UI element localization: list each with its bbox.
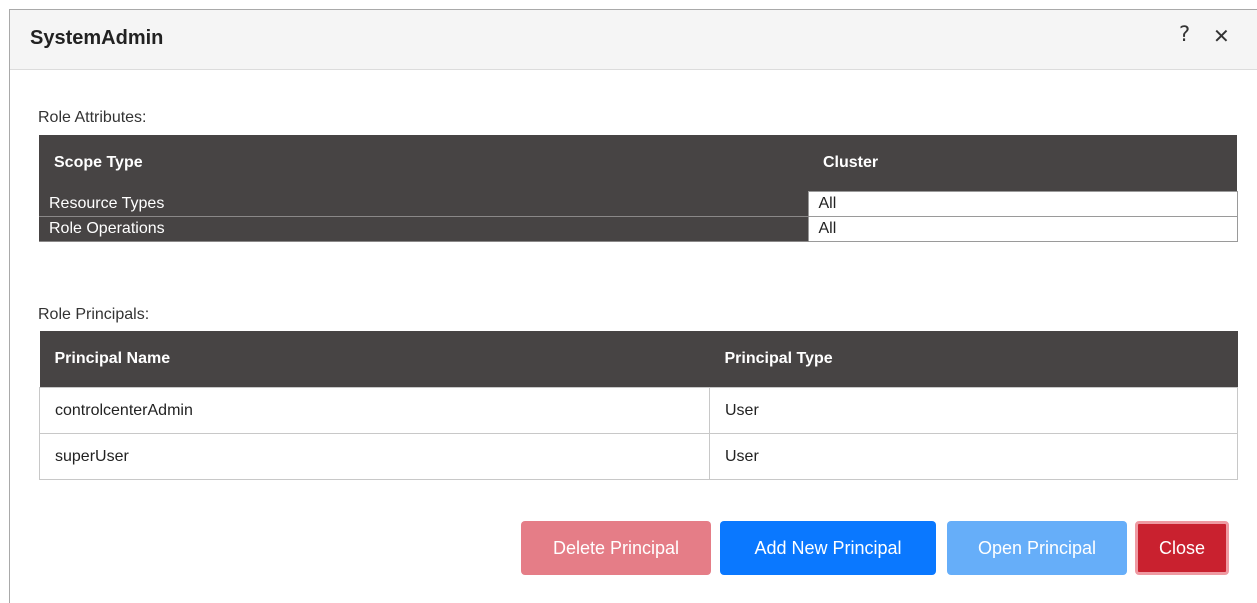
dialog-title: SystemAdmin	[30, 27, 164, 49]
attribute-key: Resource Types	[39, 191, 808, 217]
attribute-value: All	[807, 216, 1238, 242]
add-new-principal-button[interactable]: Add New Principal	[720, 521, 936, 575]
help-icon[interactable]: ?	[1179, 22, 1190, 46]
role-principals-label: Role Principals:	[38, 306, 150, 323]
principal-name-cell[interactable]: controlcenterAdmin	[39, 387, 710, 434]
open-principal-button[interactable]: Open Principal	[947, 521, 1127, 575]
close-button[interactable]: Close	[1135, 521, 1229, 575]
table-row: Resource Types All	[39, 191, 1238, 217]
table-row[interactable]: superUser User	[39, 433, 1238, 480]
delete-principal-button[interactable]: Delete Principal	[521, 521, 711, 575]
role-principals-header-row: Principal Name Principal Type	[39, 331, 1238, 388]
role-attributes-header-row: Scope Type Cluster	[39, 135, 1237, 192]
scope-type-header: Scope Type	[39, 135, 808, 192]
table-row[interactable]: controlcenterAdmin User	[39, 387, 1238, 434]
principal-name-header[interactable]: Principal Name	[39, 331, 710, 388]
dialog-header: SystemAdmin ? ✕	[10, 10, 1257, 70]
scope-value-header: Cluster	[808, 135, 1237, 192]
attribute-key: Role Operations	[39, 216, 808, 242]
role-dialog: SystemAdmin ? ✕ Role Attributes: Scope T…	[9, 9, 1257, 603]
role-attributes-table: Scope Type Cluster Resource Types All Ro…	[39, 135, 1238, 242]
role-attributes-label: Role Attributes:	[38, 109, 147, 126]
principal-name-cell[interactable]: superUser	[39, 433, 710, 480]
close-icon[interactable]: ✕	[1213, 24, 1230, 48]
table-row: Role Operations All	[39, 216, 1238, 242]
principal-type-cell[interactable]: User	[709, 433, 1238, 480]
principal-type-cell[interactable]: User	[709, 387, 1238, 434]
role-principals-table: Principal Name Principal Type controlcen…	[39, 331, 1238, 480]
principal-type-header[interactable]: Principal Type	[709, 331, 1238, 388]
attribute-value: All	[807, 191, 1238, 217]
